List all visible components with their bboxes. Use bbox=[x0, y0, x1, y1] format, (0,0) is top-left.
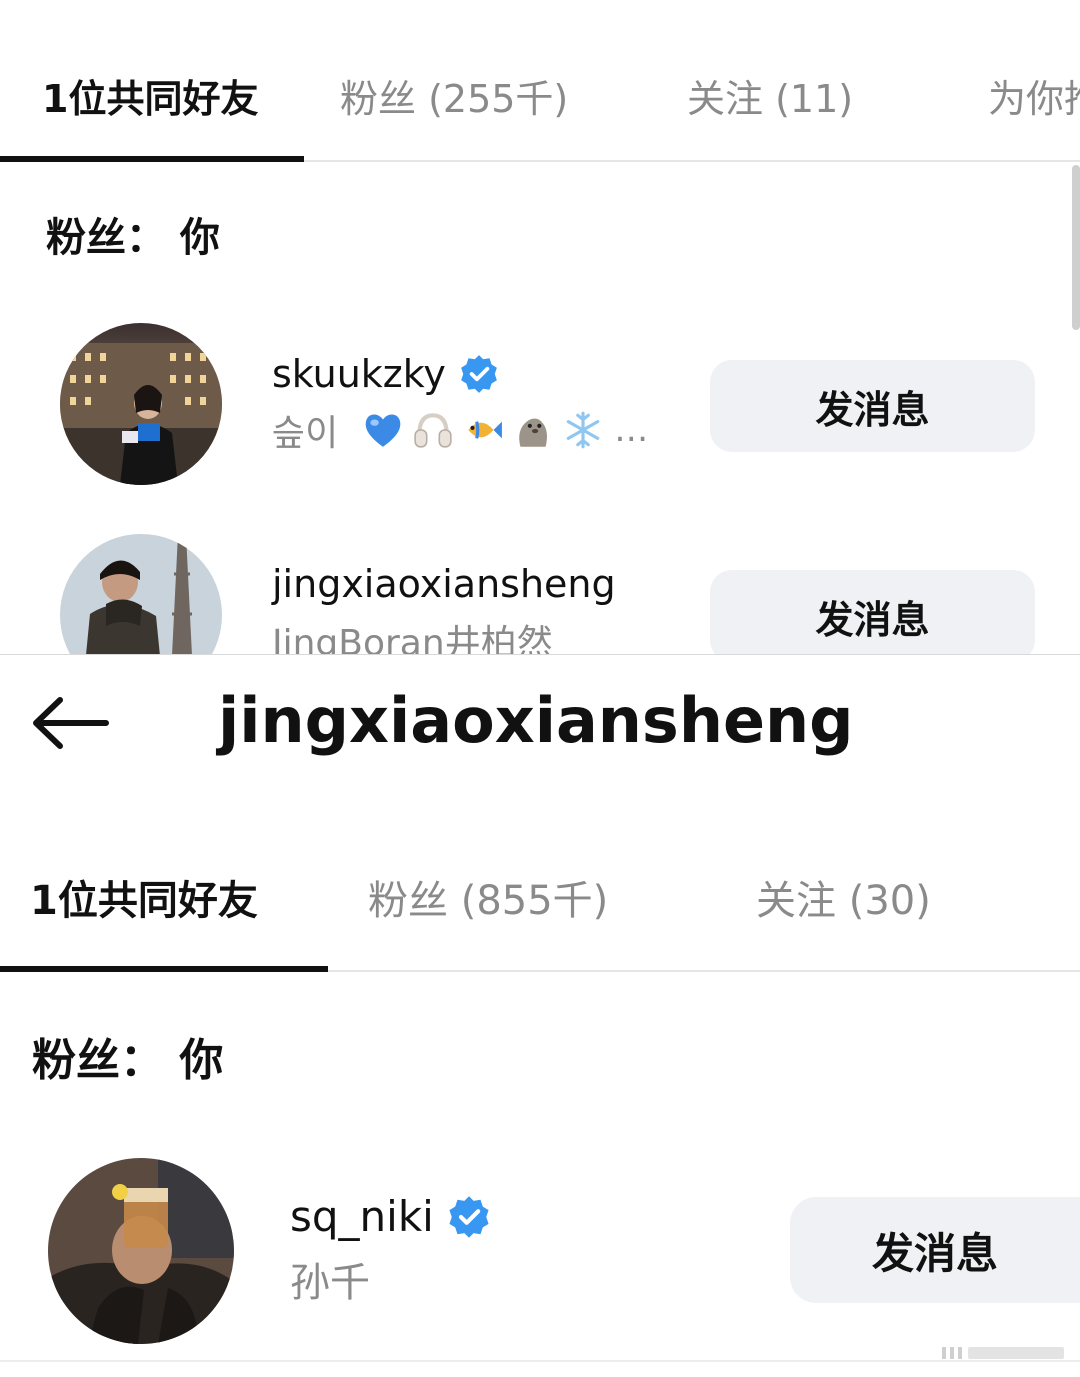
message-button[interactable]: 发消息 bbox=[790, 1197, 1080, 1303]
blue-heart-icon bbox=[365, 414, 401, 447]
username-text: skuukzky bbox=[272, 352, 446, 396]
user-fullname: JingBoran井柏然 bbox=[272, 614, 553, 654]
section-label-followed-by: 粉丝： 你 bbox=[32, 1035, 224, 1086]
username[interactable]: sq_niki bbox=[290, 1192, 492, 1241]
active-tab-indicator bbox=[0, 156, 304, 162]
header-title: jingxiaoxiansheng bbox=[218, 684, 854, 757]
tab-mutual-friends[interactable]: 1位共同好友 bbox=[42, 68, 258, 123]
avatar[interactable] bbox=[60, 534, 222, 654]
username[interactable]: jingxiaoxiansheng bbox=[272, 562, 616, 606]
user-fullname: 슾이 … bbox=[272, 404, 648, 456]
headphones-icon bbox=[414, 413, 452, 448]
avatar[interactable] bbox=[48, 1158, 234, 1344]
active-tab-indicator bbox=[0, 966, 328, 972]
fullname-text: JingBoran井柏然 bbox=[272, 623, 553, 654]
tab-followers[interactable]: 粉丝 (255千) bbox=[340, 68, 568, 123]
tab-mutual-friends[interactable]: 1位共同好友 bbox=[30, 868, 258, 926]
back-arrow-icon[interactable] bbox=[30, 692, 110, 754]
username[interactable]: skuukzky bbox=[272, 352, 500, 396]
truncation-ellipsis: … bbox=[614, 410, 649, 450]
followers-list-panel-top: 1位共同好友 粉丝 (255千) 关注 (11) 为你推 粉丝： 你 bbox=[0, 0, 1080, 654]
verified-badge-icon bbox=[449, 1195, 489, 1238]
snowflake-icon bbox=[566, 411, 600, 449]
user-fullname: 孙千 bbox=[290, 1250, 370, 1308]
tab-suggested[interactable]: 为你推 bbox=[988, 68, 1080, 123]
username-text: jingxiaoxiansheng bbox=[272, 562, 616, 606]
message-button[interactable]: 发消息 bbox=[710, 570, 1035, 654]
message-button[interactable]: 发消息 bbox=[710, 360, 1035, 452]
tab-following[interactable]: 关注 (11) bbox=[687, 68, 853, 123]
avatar[interactable] bbox=[60, 323, 222, 485]
tab-following[interactable]: 关注 (30) bbox=[756, 868, 931, 926]
fullname-text: 孙千 bbox=[290, 1260, 370, 1306]
tab-followers[interactable]: 粉丝 (855千) bbox=[368, 868, 608, 926]
username-text: sq_niki bbox=[290, 1192, 434, 1241]
verified-badge-icon bbox=[461, 355, 497, 393]
seal-icon bbox=[519, 418, 548, 447]
section-label-followed-by: 粉丝： 你 bbox=[46, 215, 220, 261]
list-bottom-divider bbox=[0, 1360, 1080, 1362]
watermark-icon bbox=[942, 1347, 1064, 1359]
tropical-fish-icon bbox=[468, 421, 503, 439]
fullname-text: 슾이 bbox=[272, 413, 339, 454]
scrollbar[interactable] bbox=[1072, 165, 1080, 330]
